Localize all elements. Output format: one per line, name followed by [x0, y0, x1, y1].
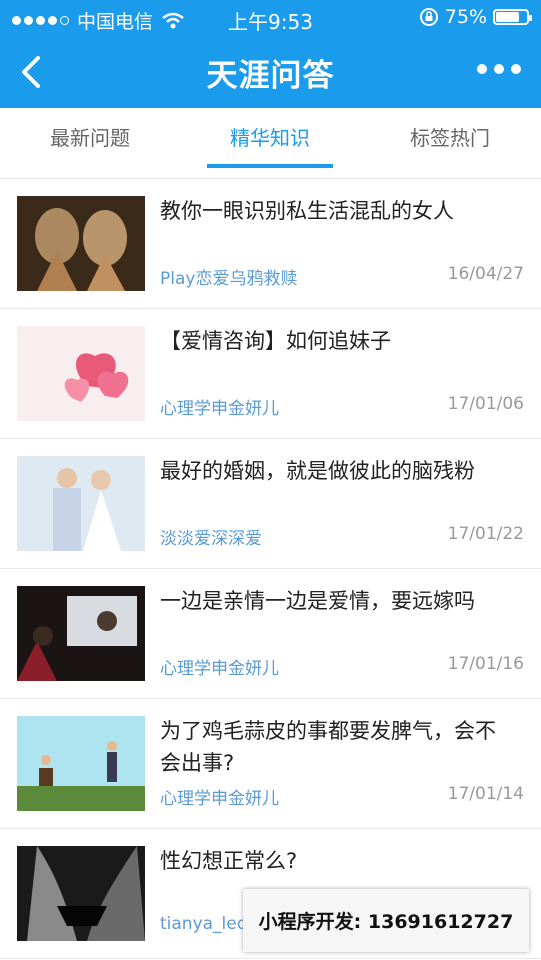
- status-bar: 中国电信 上午9:53 75%: [0, 0, 541, 36]
- list-item[interactable]: 一边是亲情一边是爱情，要远嫁吗 心理学申金妍儿 17/01/16: [0, 569, 541, 699]
- author-name[interactable]: 心理学申金妍儿: [160, 394, 279, 419]
- post-date: 17/01/14: [447, 784, 524, 804]
- thumbnail-image: [17, 846, 145, 941]
- tab-featured[interactable]: 精华知识: [180, 108, 360, 178]
- list-item[interactable]: 最好的婚姻，就是做彼此的脑残粉 淡淡爱深深爱 17/01/22: [0, 439, 541, 569]
- rotation-lock-icon: [419, 8, 438, 26]
- more-icon[interactable]: [477, 64, 521, 74]
- author-name[interactable]: Play恋爱乌鸦救赎: [160, 264, 297, 289]
- nav-bar: 天涯问答: [0, 36, 541, 108]
- post-date: 17/01/06: [447, 394, 524, 414]
- tab-indicator: [207, 164, 333, 168]
- thumbnail-image: [17, 586, 145, 681]
- top-bar: 中国电信 上午9:53 75% 天涯问答: [0, 0, 541, 108]
- question-title: 性幻想正常么?: [160, 849, 298, 873]
- thumbnail-image: [17, 196, 145, 291]
- tab-latest[interactable]: 最新问题: [0, 108, 180, 178]
- question-title: 【爱情咨询】如何追妹子: [160, 329, 391, 353]
- list-item[interactable]: 【爱情咨询】如何追妹子 心理学申金妍儿 17/01/06: [0, 309, 541, 439]
- battery-icon: [493, 9, 532, 25]
- author-name[interactable]: 淡淡爱深深爱: [160, 524, 262, 549]
- question-list: 教你一眼识别私生活混乱的女人 Play恋爱乌鸦救赎 16/04/27 【爱情咨询…: [0, 179, 541, 959]
- post-date: 16/04/27: [447, 264, 524, 284]
- author-name[interactable]: 心理学申金妍儿: [160, 784, 279, 809]
- post-date: 17/01/22: [447, 524, 524, 544]
- list-item[interactable]: 教你一眼识别私生活混乱的女人 Play恋爱乌鸦救赎 16/04/27: [0, 179, 541, 309]
- question-title: 为了鸡毛蒜皮的事都要发脾气，会不会出事?: [160, 719, 496, 775]
- author-name[interactable]: tianya_leo: [160, 914, 247, 934]
- list-item[interactable]: 为了鸡毛蒜皮的事都要发脾气，会不会出事? 心理学申金妍儿 17/01/14: [0, 699, 541, 829]
- battery-percent: 75%: [444, 6, 487, 28]
- author-name[interactable]: 心理学申金妍儿: [160, 654, 279, 679]
- page-title: 天涯问答: [206, 58, 335, 94]
- question-title: 教你一眼识别私生活混乱的女人: [160, 199, 454, 223]
- thumbnail-image: [17, 716, 145, 811]
- tab-hot-tags[interactable]: 标签热门: [360, 108, 540, 178]
- thumbnail-image: [17, 326, 145, 421]
- tab-bar: 最新问题 精华知识 标签热门: [0, 108, 541, 179]
- post-date: 17/01/16: [447, 654, 524, 674]
- promo-banner[interactable]: 小程序开发: 13691612727: [243, 889, 529, 952]
- question-title: 最好的婚姻，就是做彼此的脑残粉: [160, 459, 475, 483]
- thumbnail-image: [17, 456, 145, 551]
- question-title: 一边是亲情一边是爱情，要远嫁吗: [160, 589, 475, 613]
